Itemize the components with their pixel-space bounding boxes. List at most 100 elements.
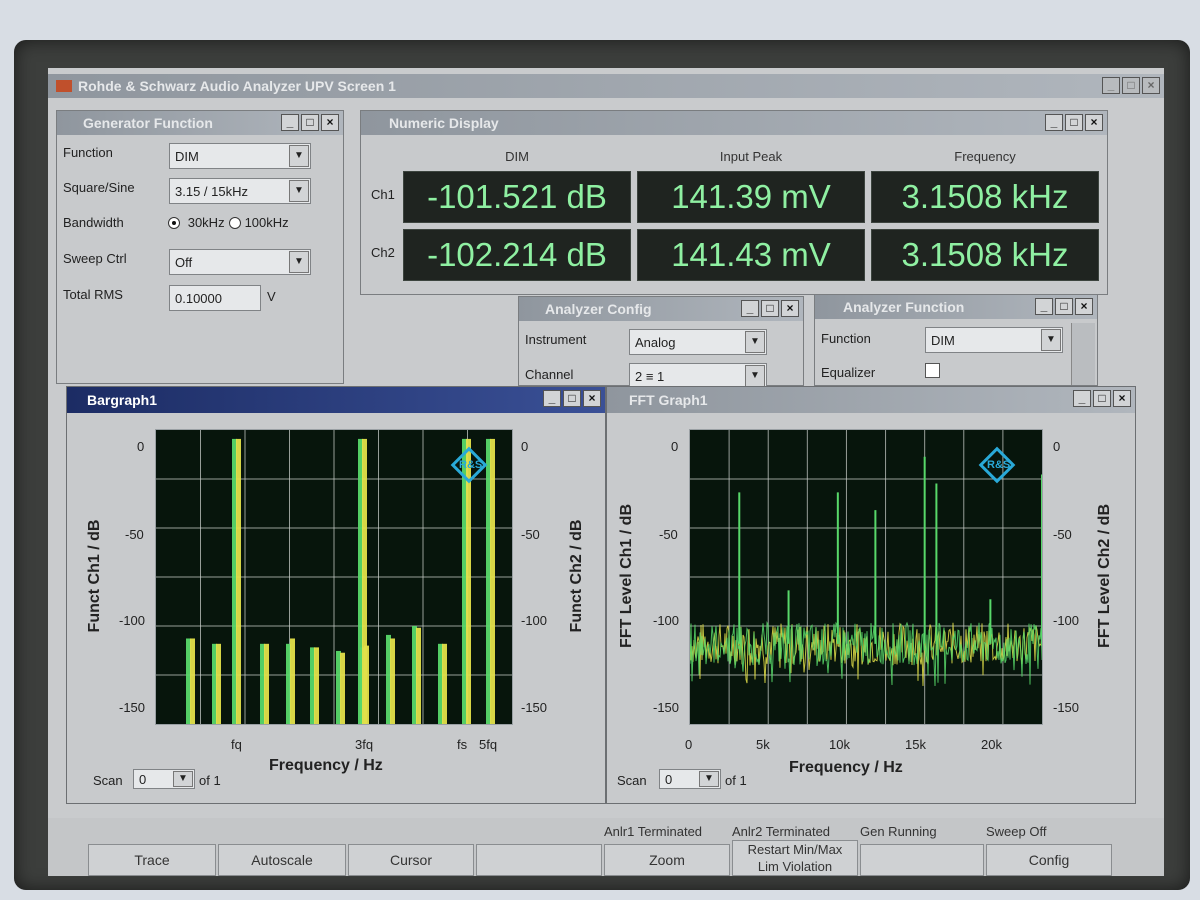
minimize-icon[interactable]: _ (1102, 77, 1120, 94)
bar-scan-select[interactable]: 0 ▼ (133, 769, 195, 789)
fft-scan-label: Scan (617, 773, 647, 788)
softkey-zoom[interactable]: Zoom (604, 844, 730, 876)
bar-y-axis-label-right: Funct Ch2 / dB (568, 519, 585, 633)
bar-ch2 (416, 627, 421, 724)
radio-30khz[interactable] (167, 216, 180, 229)
sweep-ctrl-label: Sweep Ctrl (63, 251, 127, 266)
softkey-autoscale[interactable]: Autoscale (218, 844, 346, 876)
fft-y-tick-right: -50 (1053, 527, 1072, 542)
fft-y-tick-left: -50 (659, 527, 678, 542)
square-sine-row: Square/Sine (63, 180, 135, 195)
chevron-down-icon[interactable]: ▼ (173, 771, 193, 787)
chevron-down-icon[interactable]: ▼ (1041, 329, 1061, 351)
chevron-down-icon[interactable]: ▼ (699, 771, 719, 787)
softkey-empty-7[interactable] (860, 844, 984, 876)
close-icon[interactable]: × (321, 114, 339, 131)
status-gen: Gen Running (860, 824, 937, 839)
channel-label: Channel (525, 367, 574, 382)
close-icon[interactable]: × (781, 300, 799, 317)
minimize-icon[interactable]: _ (281, 114, 299, 131)
bargraph-window: Bargraph1 _ □ × R&S 0 -50 -100 -150 0 -5… (66, 386, 606, 804)
channel-row: Channel (525, 367, 573, 382)
ch1-dim-value: -101.521 dB (403, 171, 631, 223)
analyzer-function-titlebar: Analyzer Function _ □ × (815, 295, 1097, 319)
softkey-config[interactable]: Config (986, 844, 1112, 876)
fft-y-axis-label-left: FFT Level Ch1 / dB (618, 504, 635, 649)
bar-ch2 (264, 643, 269, 724)
main-window-title: Rohde & Schwarz Audio Analyzer UPV Scree… (78, 78, 396, 94)
total-rms-row: Total RMS (63, 287, 123, 302)
fft-x-tick: 5k (756, 737, 770, 752)
maximize-icon[interactable]: □ (1093, 390, 1111, 407)
chevron-down-icon[interactable]: ▼ (745, 365, 765, 387)
softkey-empty-4[interactable] (476, 844, 602, 876)
maximize-icon[interactable]: □ (1122, 77, 1140, 94)
close-icon[interactable]: × (1075, 298, 1093, 315)
maximize-icon[interactable]: □ (761, 300, 779, 317)
column-header-frequency: Frequency (954, 149, 1016, 164)
generator-function-row: Function (63, 145, 113, 160)
maximize-icon[interactable]: □ (1065, 114, 1083, 131)
generator-title: Generator Function (83, 115, 213, 131)
close-icon[interactable]: × (1113, 390, 1131, 407)
bar-y-tick-right: -100 (521, 613, 548, 628)
fft-y-axis-label-right: FFT Level Ch2 / dB (1096, 504, 1113, 649)
close-icon[interactable]: × (583, 390, 601, 407)
bargraph-plot[interactable]: R&S (155, 429, 513, 725)
total-rms-label: Total RMS (63, 287, 123, 302)
generator-window-buttons: _ □ × (281, 114, 339, 131)
numeric-display-titlebar: Numeric Display _ □ × (361, 111, 1107, 135)
scrollbar[interactable] (1071, 323, 1095, 385)
square-sine-select[interactable]: 3.15 / 15kHz ▼ (169, 178, 311, 204)
status-anlr1: Anlr1 Terminated (604, 824, 703, 839)
analyzer-function-title: Analyzer Function (843, 299, 965, 315)
analyzer-screen: Rohde & Schwarz Audio Analyzer UPV Scree… (48, 68, 1164, 876)
analyzer-config-title: Analyzer Config (545, 301, 652, 317)
minimize-icon[interactable]: _ (741, 300, 759, 317)
close-icon[interactable]: × (1142, 77, 1160, 94)
fft-plot[interactable]: R&S (689, 429, 1043, 725)
analyzer-config-panel: Analyzer Config _ □ × Instrument Analog ▼… (518, 296, 804, 389)
chevron-down-icon[interactable]: ▼ (289, 145, 309, 167)
instrument-row: Instrument (525, 332, 586, 347)
chevron-down-icon[interactable]: ▼ (745, 331, 765, 353)
bar-ch2 (390, 638, 395, 724)
softkey-restart-min-max[interactable]: Restart Min/Max Lim Violation (732, 840, 858, 876)
maximize-icon[interactable]: □ (1055, 298, 1073, 315)
numeric-window-buttons: _ □ × (1045, 114, 1103, 131)
total-rms-unit-row: V (267, 289, 276, 304)
close-icon[interactable]: × (1085, 114, 1103, 131)
fft-x-tick: 0 (685, 737, 693, 752)
softkey-cursor[interactable]: Cursor (348, 844, 474, 876)
equalizer-label: Equalizer (821, 365, 876, 380)
minimize-icon[interactable]: _ (1035, 298, 1053, 315)
instrument-select[interactable]: Analog ▼ (629, 329, 767, 355)
analyzer-config-window-buttons: _ □ × (741, 300, 799, 317)
main-window-titlebar: Rohde & Schwarz Audio Analyzer UPV Scree… (48, 74, 1164, 98)
equalizer-checkbox[interactable] (925, 363, 940, 378)
bar-ch2 (490, 438, 495, 724)
fft-x-tick: 10k (829, 737, 850, 752)
af-function-select[interactable]: DIM ▼ (925, 327, 1063, 353)
chevron-down-icon[interactable]: ▼ (289, 180, 309, 202)
minimize-icon[interactable]: _ (1073, 390, 1091, 407)
bar-ch2 (190, 638, 195, 724)
generator-titlebar: Generator Function _ □ × (57, 111, 343, 135)
sweep-ctrl-select[interactable]: Off ▼ (169, 249, 311, 275)
fft-x-axis-label: Frequency / Hz (789, 759, 903, 776)
radio-100khz[interactable] (228, 216, 241, 229)
softkey-trace[interactable]: Trace (88, 844, 216, 876)
fft-scan-select[interactable]: 0 ▼ (659, 769, 721, 789)
minimize-icon[interactable]: _ (543, 390, 561, 407)
function-select[interactable]: DIM ▼ (169, 143, 311, 169)
maximize-icon[interactable]: □ (301, 114, 319, 131)
bar-ch2 (236, 438, 241, 724)
fft-window-buttons: _ □ × (1073, 390, 1131, 407)
fft-y-tick-right: -100 (1053, 613, 1080, 628)
maximize-icon[interactable]: □ (563, 390, 581, 407)
af-function-label: Function (821, 331, 871, 346)
bar-y-tick-left: 0 (137, 439, 145, 454)
total-rms-input[interactable]: 0.10000 (169, 285, 261, 311)
chevron-down-icon[interactable]: ▼ (289, 251, 309, 273)
minimize-icon[interactable]: _ (1045, 114, 1063, 131)
